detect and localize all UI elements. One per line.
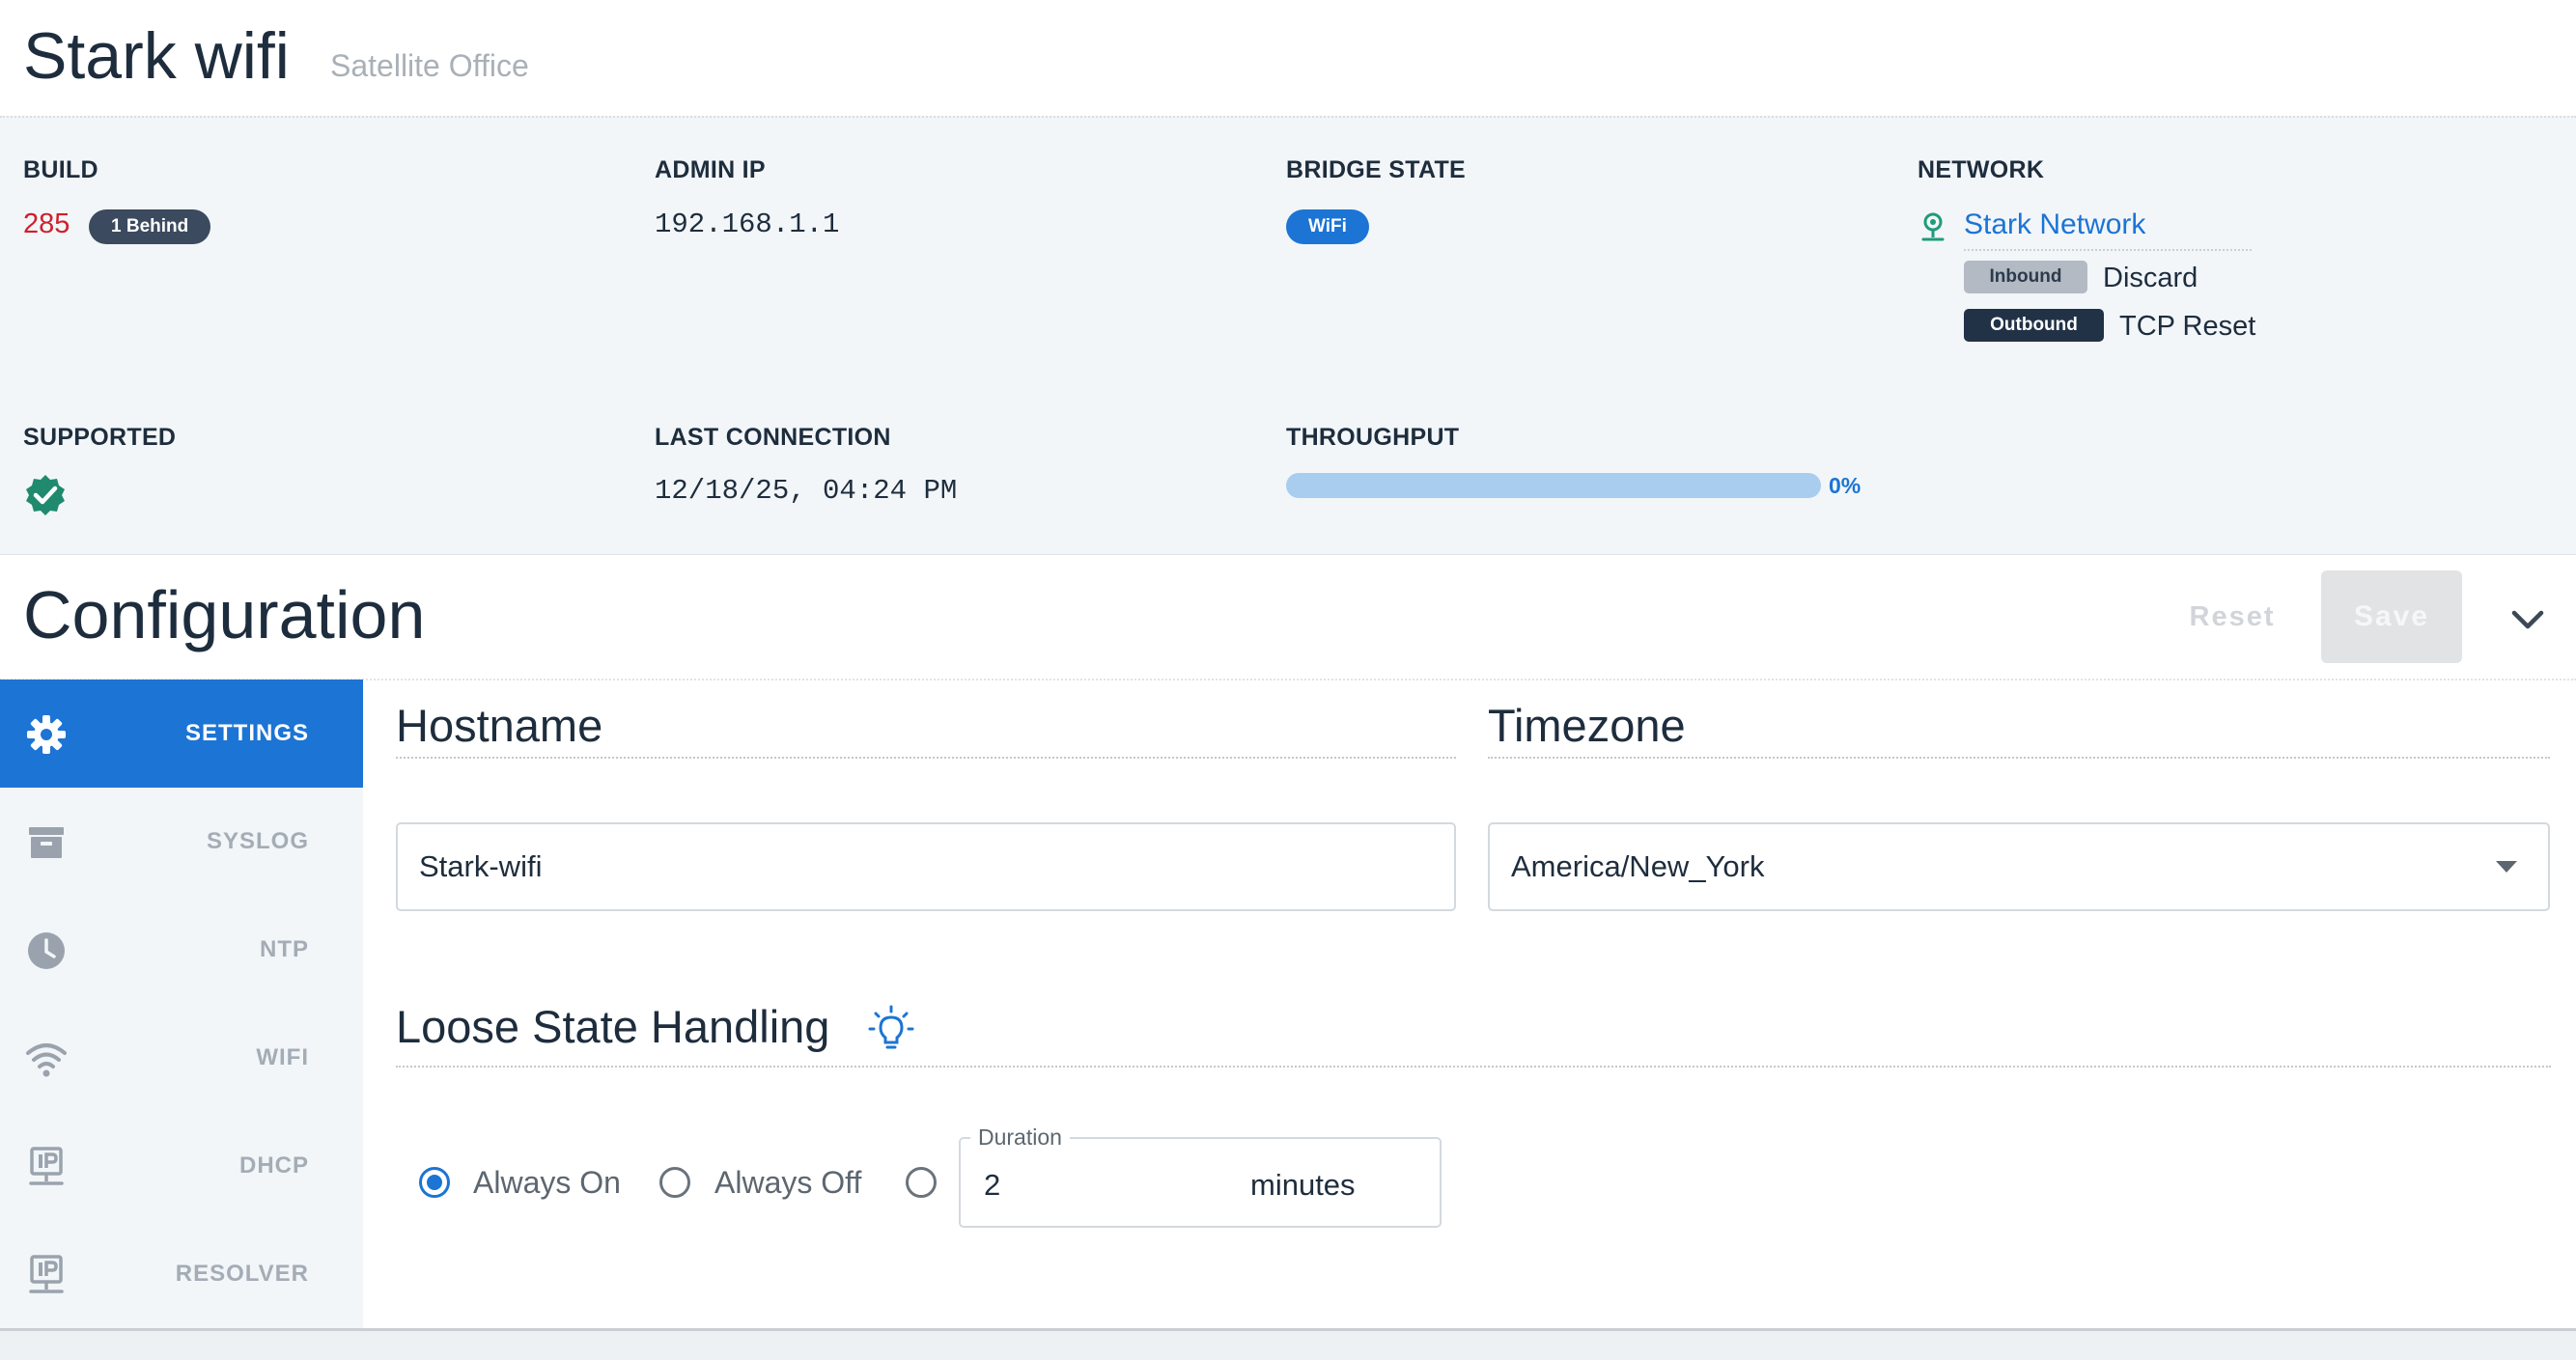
network-link[interactable]: Stark Network xyxy=(1964,208,2145,241)
always-off-label[interactable]: Always Off xyxy=(714,1165,861,1201)
save-button[interactable]: Save xyxy=(2321,570,2462,663)
sidebar-item-dhcp[interactable]: DHCP xyxy=(0,1112,363,1220)
sidebar-item-label: WIFI xyxy=(256,1044,309,1070)
inbound-tag: Inbound xyxy=(1964,261,2087,293)
timezone-title: Timezone xyxy=(1488,700,1686,751)
timezone-selected-value: America/New_York xyxy=(1511,849,1765,883)
duration-radio[interactable] xyxy=(906,1167,937,1198)
sidebar-item-label: SYSLOG xyxy=(206,828,309,854)
duration-value[interactable]: 2 xyxy=(984,1168,1000,1203)
sidebar-item-wifi[interactable]: WIFI xyxy=(0,1004,363,1112)
footer-strip xyxy=(0,1328,2576,1360)
hostname-title: Hostname xyxy=(396,700,603,751)
reset-button[interactable]: Reset xyxy=(2145,590,2319,644)
timezone-rule xyxy=(1488,757,2550,759)
device-location: Satellite Office xyxy=(330,48,529,83)
dropdown-caret-icon xyxy=(2496,861,2517,873)
outbound-action: TCP Reset xyxy=(2119,311,2256,342)
configuration-header: Configuration Reset Save xyxy=(0,555,2576,680)
gear-icon xyxy=(27,715,66,754)
config-sidebar: SETTINGS SYSLOG NTP WIFI DHCP RESOLVER xyxy=(0,680,363,1328)
last-connection-value: 12/18/25, 04:24 PM xyxy=(655,475,958,507)
network-link-underline xyxy=(1964,249,2252,251)
bridge-state-badge: WiFi xyxy=(1286,209,1369,244)
sidebar-item-label: NTP xyxy=(260,936,309,962)
admin-ip-value: 192.168.1.1 xyxy=(655,208,840,240)
sidebar-item-ntp[interactable]: NTP xyxy=(0,896,363,1004)
throughput-percent: 0% xyxy=(1829,473,1862,498)
ip-address-icon xyxy=(29,1147,64,1185)
throughput-label: THROUGHPUT xyxy=(1286,424,1460,451)
network-label: NETWORK xyxy=(1918,156,2045,183)
bridge-state-label: BRIDGE STATE xyxy=(1286,156,1467,183)
location-pin-icon xyxy=(1921,212,1945,241)
admin-ip-label: ADMIN IP xyxy=(655,156,766,183)
duration-unit: minutes xyxy=(1250,1168,1356,1202)
build-behind-badge: 1 Behind xyxy=(89,209,211,244)
loose-state-title: Loose State Handling xyxy=(396,1001,830,1052)
sidebar-item-label: SETTINGS xyxy=(184,720,309,746)
device-header: Stark wifi Satellite Office xyxy=(0,0,2576,116)
throughput-bar xyxy=(1286,473,1821,498)
timezone-select[interactable]: America/New_York xyxy=(1488,822,2550,911)
clock-icon xyxy=(28,932,65,969)
build-label: BUILD xyxy=(23,156,98,183)
hostname-rule xyxy=(396,757,1456,759)
configuration-title: Configuration xyxy=(23,577,426,652)
supported-label: SUPPORTED xyxy=(23,424,177,451)
chevron-down-icon[interactable] xyxy=(2506,597,2549,640)
lightbulb-icon[interactable] xyxy=(867,1004,915,1054)
wifi-icon xyxy=(26,1043,67,1077)
sidebar-item-label: DHCP xyxy=(238,1152,309,1179)
sidebar-item-resolver[interactable]: RESOLVER xyxy=(0,1220,363,1328)
always-on-label[interactable]: Always On xyxy=(473,1165,621,1201)
archive-box-icon xyxy=(29,827,64,858)
outbound-tag: Outbound xyxy=(1964,309,2104,342)
always-on-radio[interactable] xyxy=(419,1167,450,1198)
hostname-input[interactable] xyxy=(396,822,1456,911)
loose-state-rule xyxy=(396,1066,2551,1068)
build-number: 285 xyxy=(23,208,70,239)
always-off-radio[interactable] xyxy=(659,1167,690,1198)
sidebar-item-settings[interactable]: SETTINGS xyxy=(0,680,363,788)
sidebar-item-label: RESOLVER xyxy=(175,1261,309,1287)
sidebar-item-syslog[interactable]: SYSLOG xyxy=(0,788,363,896)
duration-field[interactable]: Duration 2 minutes xyxy=(959,1124,1442,1228)
last-connection-label: LAST CONNECTION xyxy=(655,424,891,451)
device-info-panel: BUILD 285 1 Behind ADMIN IP 192.168.1.1 … xyxy=(0,116,2576,556)
ip-address-icon xyxy=(29,1255,64,1293)
duration-label: Duration xyxy=(970,1124,1070,1151)
verified-badge-icon xyxy=(26,475,65,515)
device-title: Stark wifi xyxy=(23,19,290,93)
inbound-action: Discard xyxy=(2103,263,2198,293)
